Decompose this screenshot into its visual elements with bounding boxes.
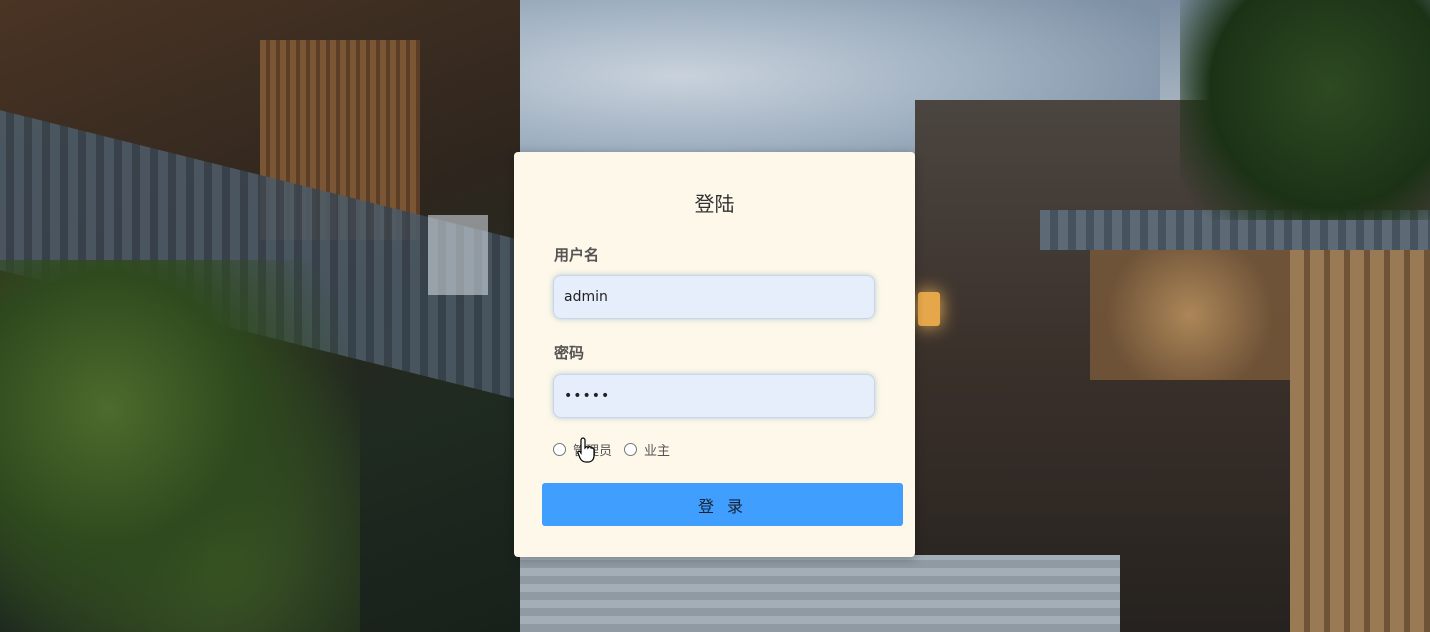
role-radio-group: 管理员 业主	[553, 440, 682, 459]
username-label: 用户名	[554, 246, 600, 264]
username-input[interactable]	[553, 275, 875, 319]
password-input[interactable]	[553, 374, 875, 418]
login-button[interactable]: 登 录	[542, 483, 903, 526]
password-label: 密码	[554, 344, 585, 362]
right-shopfront	[1090, 250, 1290, 380]
login-title: 登陆	[694, 192, 735, 216]
stone-street	[520, 555, 1120, 632]
radio-circle-icon[interactable]	[553, 443, 566, 456]
lantern	[918, 292, 940, 326]
role-label-owner: 业主	[644, 444, 671, 459]
bamboo-fence	[1290, 250, 1430, 632]
hand-cursor-icon	[577, 437, 595, 463]
radio-circle-icon[interactable]	[624, 443, 638, 456]
right-tree	[1180, 0, 1430, 220]
role-radio-owner[interactable]: 业主	[624, 440, 670, 459]
street-lamp	[428, 215, 488, 295]
login-card: 登陆 用户名 密码 管理员 业主 登 录	[514, 152, 915, 557]
foliage	[0, 260, 360, 632]
